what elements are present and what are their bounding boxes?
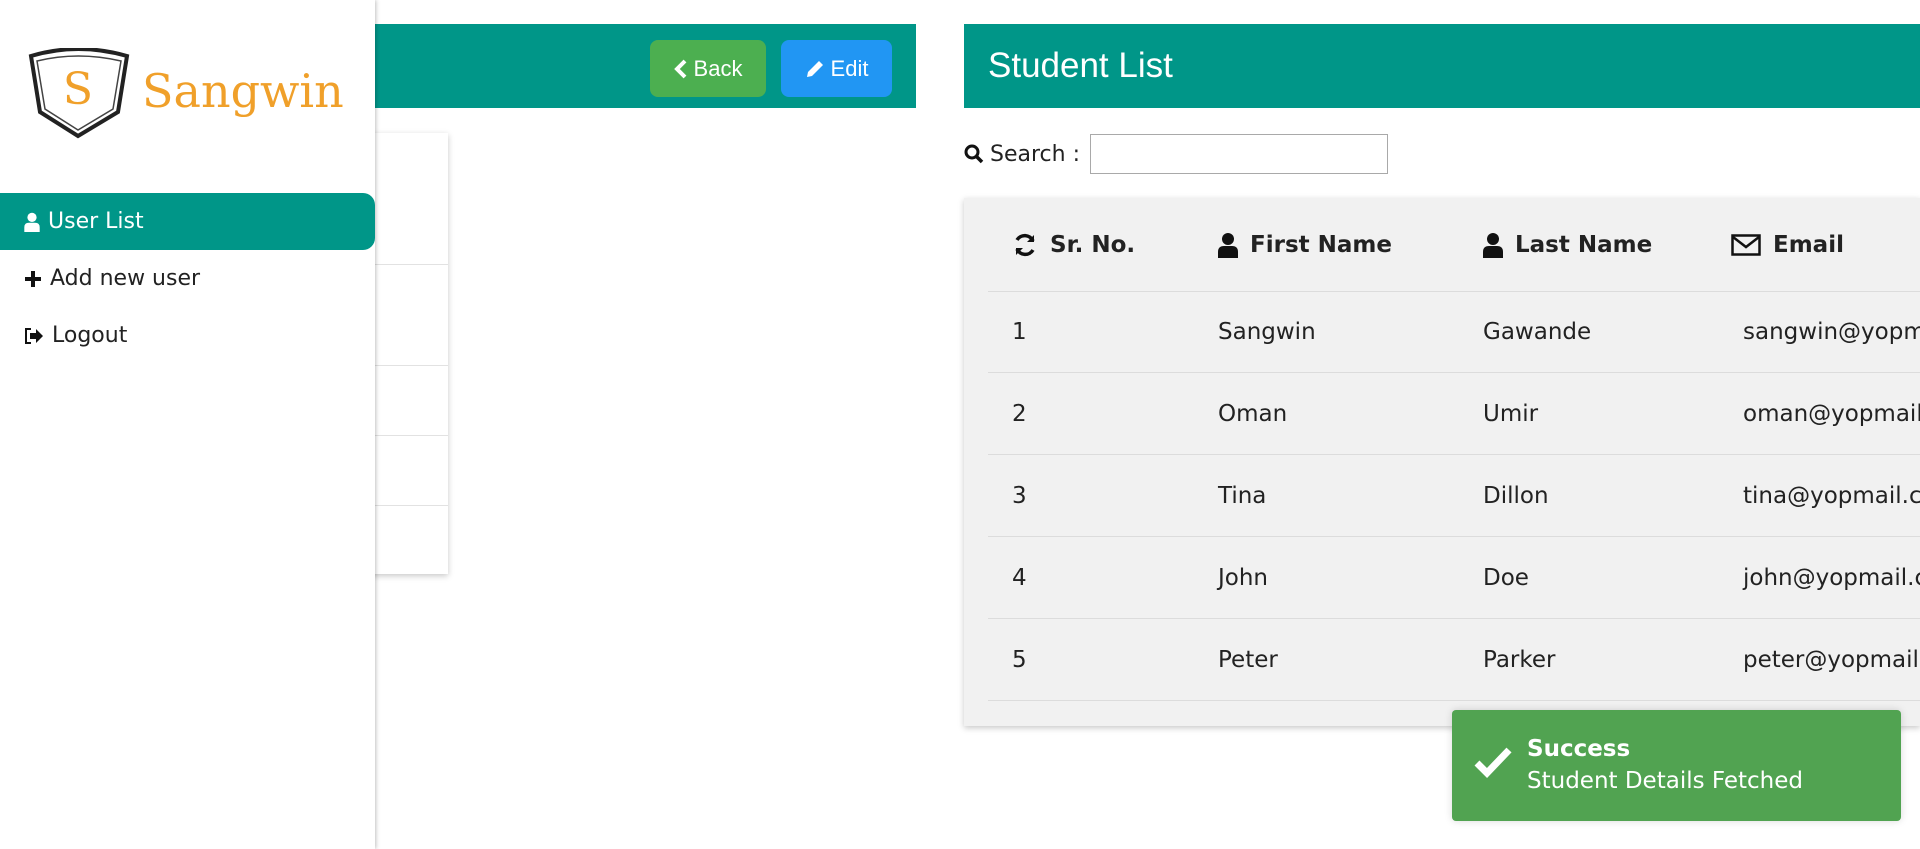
column-header-email[interactable]: Email	[1731, 198, 1844, 291]
cell-email: oman@yopmail	[1743, 400, 1920, 427]
logo[interactable]: S	[28, 47, 130, 144]
cell-sr-no: 2	[1012, 400, 1027, 427]
sidebar-item-user-list[interactable]: User List	[0, 193, 375, 250]
refresh-icon	[1015, 233, 1035, 256]
chevron-left-icon	[673, 59, 686, 78]
cell-email: peter@yopmail.	[1743, 646, 1920, 673]
sign-out-icon	[25, 327, 43, 344]
table-row[interactable]: 1 Sangwin Gawande sangwin@yopm	[988, 291, 1920, 373]
edit-button-label: Edit	[830, 55, 869, 81]
sidebar-item-label: Add new user	[50, 266, 201, 291]
table-row[interactable]: 3 Tina Dillon tina@yopmail.c	[988, 455, 1920, 537]
logo-letter: S	[63, 64, 93, 115]
back-button-label: Back	[693, 55, 743, 81]
sidebar-item-add-new-user[interactable]: Add new user	[0, 250, 375, 307]
column-header-label: Sr. No.	[1050, 231, 1136, 258]
cell-sr-no: 1	[1012, 318, 1027, 345]
column-header-label: Email	[1773, 231, 1844, 258]
search-label: Search :	[990, 141, 1080, 167]
column-header-last-name[interactable]: Last Name	[1483, 198, 1652, 291]
user-icon	[24, 212, 40, 232]
shield-logo-icon: S	[28, 47, 130, 139]
pencil-icon	[806, 60, 823, 77]
sidebar-item-label: Logout	[52, 323, 128, 348]
cell-first-name: John	[1218, 564, 1269, 591]
sidebar-item-logout[interactable]: Logout	[0, 307, 375, 364]
toast-title: Success	[1527, 736, 1631, 762]
page-title: Student List	[988, 46, 1173, 85]
checkmark-icon	[1474, 747, 1512, 778]
back-button[interactable]: Back	[650, 40, 766, 97]
column-header-label: Last Name	[1515, 231, 1653, 258]
search-row: Search :	[964, 132, 1388, 176]
table-row[interactable]: 2 Oman Umir oman@yopmail	[988, 373, 1920, 455]
cell-last-name: Umir	[1483, 400, 1539, 427]
column-header-sr-no[interactable]: Sr. No.	[1012, 198, 1135, 291]
search-input[interactable]	[1090, 134, 1388, 174]
cell-sr-no: 5	[1012, 646, 1027, 673]
search-icon	[964, 144, 984, 164]
brand-name[interactable]: Sangwin	[142, 64, 344, 118]
user-icon	[1218, 232, 1238, 258]
sidebar: S Sangwin User List Add new user Logout	[0, 0, 375, 849]
cell-first-name: Tina	[1218, 482, 1267, 509]
cell-last-name: Doe	[1483, 564, 1529, 591]
table-row[interactable]: 4 John Doe john@yopmail.c	[988, 537, 1920, 619]
column-header-first-name[interactable]: First Name	[1218, 198, 1392, 291]
cell-sr-no: 4	[1012, 564, 1027, 591]
cell-first-name: Peter	[1218, 646, 1278, 673]
cell-first-name: Sangwin	[1218, 318, 1316, 345]
cell-email: john@yopmail.c	[1743, 564, 1920, 591]
cell-email: tina@yopmail.c	[1743, 482, 1920, 509]
success-toast[interactable]: Success Student Details Fetched	[1452, 710, 1901, 821]
cell-last-name: Gawande	[1483, 318, 1592, 345]
student-list-header: Student List	[964, 24, 1920, 108]
plus-icon	[25, 270, 41, 287]
cell-last-name: Dillon	[1483, 482, 1549, 509]
envelope-icon	[1731, 233, 1761, 256]
student-table: Sr. No. First Name Last Name Email 1 San…	[964, 198, 1920, 726]
cell-sr-no: 3	[1012, 482, 1027, 509]
cell-last-name: Parker	[1483, 646, 1556, 673]
user-icon	[1483, 232, 1503, 258]
edit-button[interactable]: Edit	[781, 40, 892, 97]
cell-email: sangwin@yopm	[1743, 318, 1920, 345]
toast-message: Student Details Fetched	[1527, 768, 1804, 794]
table-row[interactable]: 5 Peter Parker peter@yopmail.	[988, 619, 1920, 701]
cell-first-name: Oman	[1218, 400, 1288, 427]
sidebar-item-label: User List	[48, 209, 144, 234]
table-header-row: Sr. No. First Name Last Name Email	[988, 198, 1920, 292]
column-header-label: First Name	[1250, 231, 1392, 258]
